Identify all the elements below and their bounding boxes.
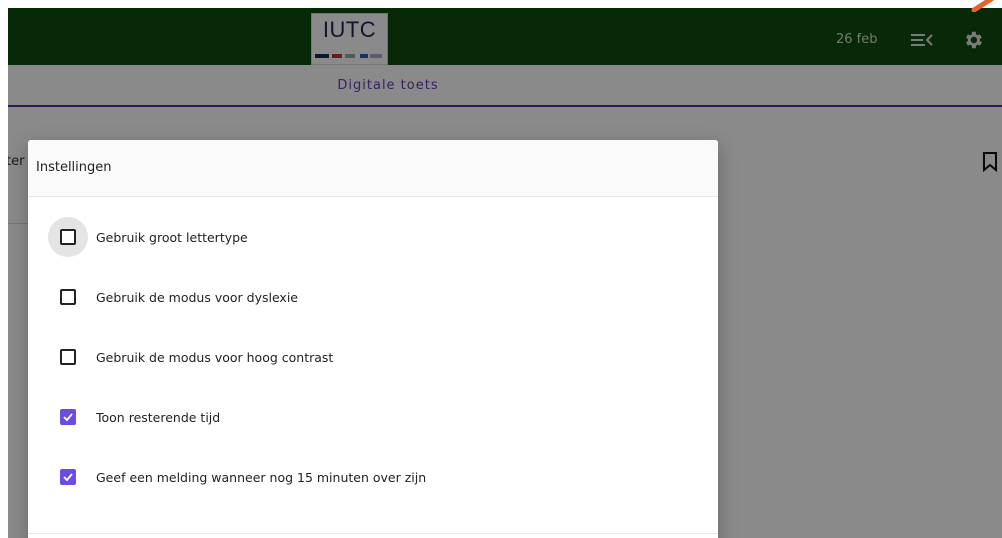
left-margin <box>0 0 8 538</box>
dialog-header: Instellingen <box>28 140 718 197</box>
divider <box>28 533 718 534</box>
option-label: Toon resterende tijd <box>96 409 221 425</box>
option-label: Geef een melding wanneer nog 15 minuten … <box>96 469 427 485</box>
remaining-time-checkbox[interactable] <box>60 409 76 425</box>
warning-checkbox[interactable] <box>60 469 76 485</box>
option-label: Gebruik groot lettertype <box>96 229 248 245</box>
checkbox-wrap[interactable] <box>48 397 88 437</box>
dyslexia-checkbox[interactable] <box>60 289 76 305</box>
checkbox-wrap[interactable] <box>48 457 88 497</box>
check-icon <box>63 413 73 422</box>
checkbox-wrap[interactable] <box>48 217 88 257</box>
settings-dialog: Instellingen Gebruik groot lettertype Ge… <box>28 140 718 538</box>
check-icon <box>63 473 73 482</box>
top-margin <box>0 0 1002 8</box>
option-dyslexia[interactable]: Gebruik de modus voor dyslexie <box>48 277 698 317</box>
checkbox-wrap[interactable] <box>48 277 88 317</box>
option-large-font[interactable]: Gebruik groot lettertype <box>48 217 698 257</box>
dialog-title: Instellingen <box>36 160 112 175</box>
checkbox-wrap[interactable] <box>48 337 88 377</box>
option-show-remaining-time[interactable]: Toon resterende tijd <box>48 397 698 437</box>
option-label: Gebruik de modus voor dyslexie <box>96 289 298 305</box>
option-label: Gebruik de modus voor hoog contrast <box>96 349 334 365</box>
pointer-arrow-icon <box>971 0 995 12</box>
large-font-checkbox[interactable] <box>60 229 76 245</box>
option-15-min-warning[interactable]: Geef een melding wanneer nog 15 minuten … <box>48 457 698 497</box>
high-contrast-checkbox[interactable] <box>60 349 76 365</box>
option-high-contrast[interactable]: Gebruik de modus voor hoog contrast <box>48 337 698 377</box>
